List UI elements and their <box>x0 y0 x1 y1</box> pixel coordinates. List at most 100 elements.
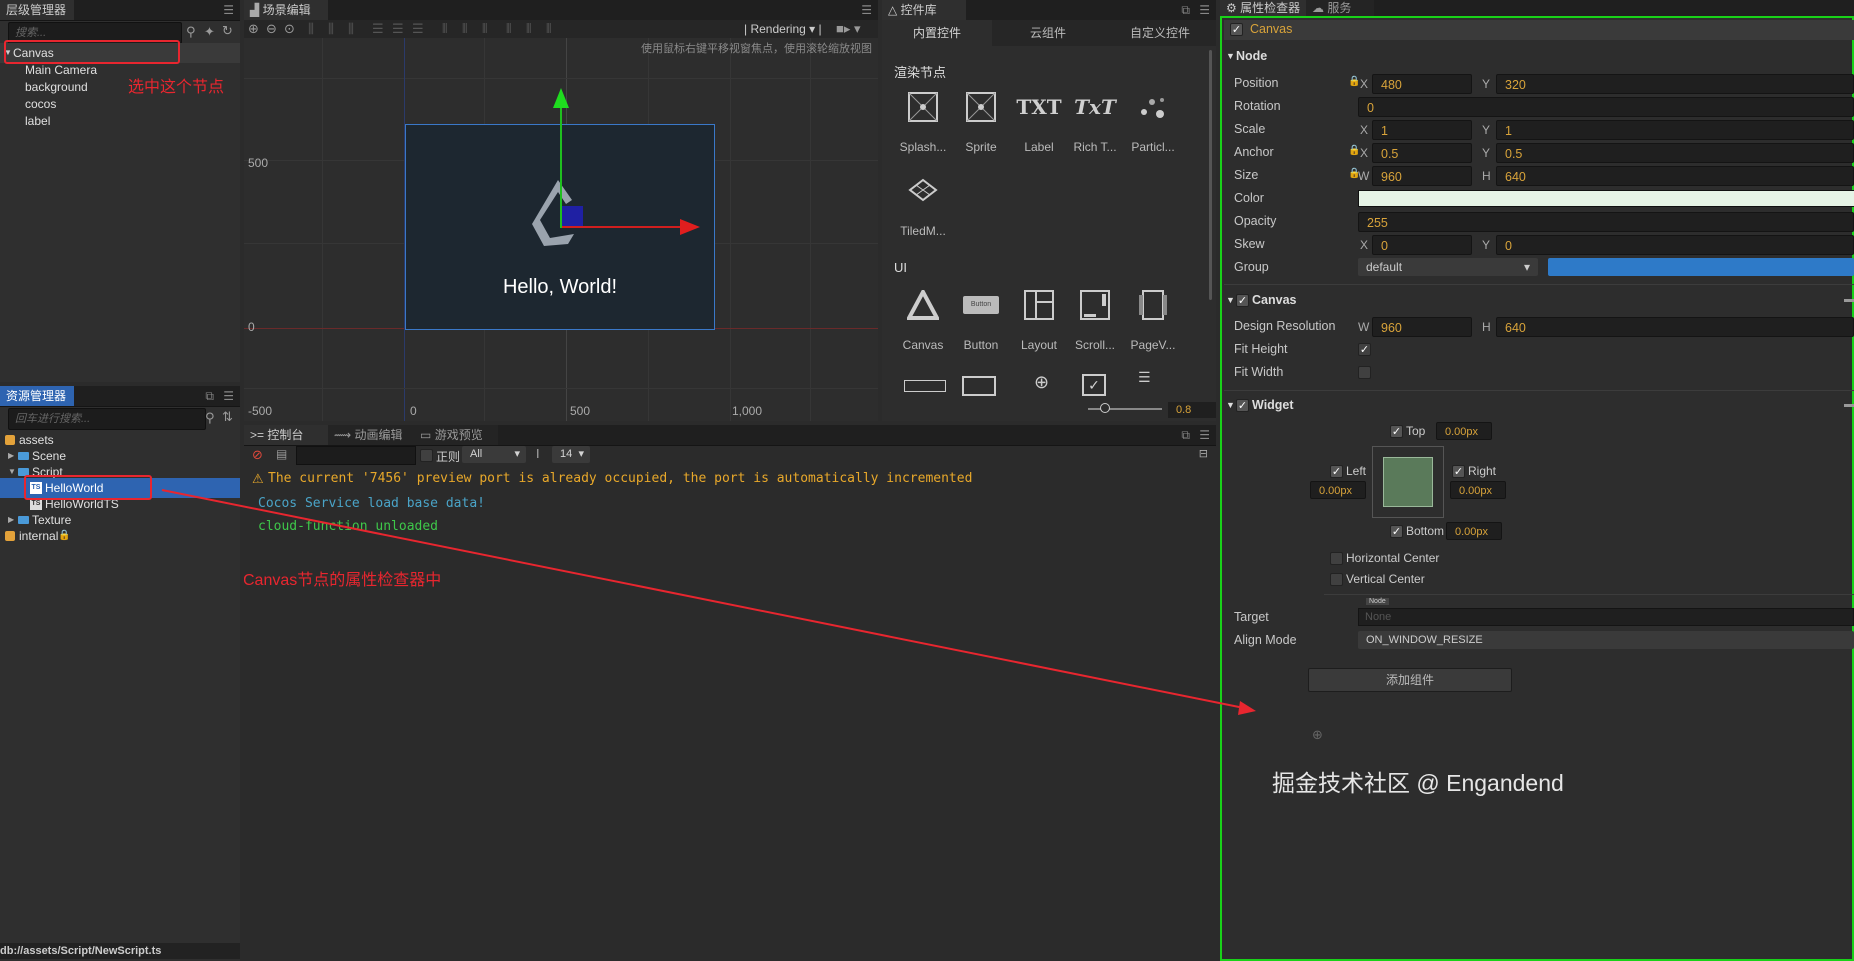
tab-console[interactable]: >= 控制台 <box>244 425 328 445</box>
menu-icon[interactable]: ☰ <box>1199 3 1210 17</box>
library-scrollbar[interactable] <box>1209 50 1212 300</box>
widget-top-field[interactable]: 0.00px <box>1436 422 1492 440</box>
component-canvas[interactable]: Canvas <box>890 286 956 356</box>
fit-height-checkbox[interactable]: ✓ <box>1358 343 1371 356</box>
anchor-y-field[interactable]: 0.5 <box>1496 143 1854 163</box>
zoom-slider-knob[interactable] <box>1100 403 1110 413</box>
toggle-icon[interactable]: ✓ <box>1082 374 1106 396</box>
align-mode-select[interactable]: ON_WINDOW_RESIZE <box>1358 631 1854 649</box>
tab-services[interactable]: ☁ 服务 <box>1306 0 1374 16</box>
tab-game-preview[interactable]: ▭ 游戏预览 <box>414 425 498 445</box>
font-size-select[interactable]: 14 ▾ <box>552 446 590 463</box>
menu-icon[interactable]: ☰ <box>1199 428 1210 442</box>
pin-icon[interactable]: ✦ <box>204 24 215 40</box>
tab-animation-editor[interactable]: ⟿ 动画编辑器 <box>328 425 418 462</box>
asset-root-internal[interactable]: internal 🔒 <box>0 526 240 546</box>
group-select[interactable]: default ▾ <box>1358 258 1538 276</box>
component-pageview[interactable]: PageV... <box>1120 286 1186 356</box>
tree-node-label[interactable]: label <box>0 111 240 131</box>
rect-gizmo[interactable] <box>561 206 583 228</box>
node-active-checkbox[interactable]: ✓ <box>1230 23 1243 36</box>
console-filter-input[interactable] <box>296 446 416 465</box>
align-left-icon[interactable]: ☰ <box>372 21 384 37</box>
rendering-dropdown[interactable]: | Rendering ▾ | <box>744 22 822 36</box>
align-right-icon[interactable]: ☰ <box>412 21 424 37</box>
zoom-in-icon[interactable]: ⊕ <box>248 21 259 37</box>
sort-icon[interactable]: ⇅ <box>222 409 233 425</box>
tab-cloud[interactable]: 云组件 <box>993 20 1103 46</box>
y-gizmo-arrow-icon[interactable] <box>552 88 570 110</box>
widget-right-field[interactable]: 0.00px <box>1450 481 1506 499</box>
tab-hierarchy[interactable]: 层级管理器 <box>0 0 75 20</box>
widget-right-checkbox[interactable]: ✓ <box>1452 465 1465 478</box>
widget-top-checkbox[interactable]: ✓ <box>1390 425 1403 438</box>
widget-bottom-field[interactable]: 0.00px <box>1446 522 1502 540</box>
menu-icon[interactable]: ☰ <box>223 389 234 403</box>
tab-scene-editor[interactable]: ▟ 场景编辑器 <box>244 0 328 37</box>
assets-search-input[interactable]: 回车进行搜索... <box>8 408 206 430</box>
tab-inspector[interactable]: ⚙ 属性检查器 <box>1220 0 1316 16</box>
tab-custom[interactable]: 自定义控件 <box>1104 20 1216 46</box>
edit-group-button[interactable] <box>1548 258 1854 276</box>
component-richtext[interactable]: TxT Rich T... <box>1062 88 1128 158</box>
component-tiledmap[interactable]: TiledM... <box>890 172 956 242</box>
canvas-enabled-checkbox[interactable]: ✓ <box>1236 294 1249 307</box>
align-top-icon[interactable]: ⫼ <box>308 21 314 37</box>
widget-bottom-checkbox[interactable]: ✓ <box>1390 525 1403 538</box>
widget-left-checkbox[interactable]: ✓ <box>1330 465 1343 478</box>
size-w-field[interactable]: 960 <box>1372 166 1472 186</box>
search-icon[interactable]: ⚲ <box>186 24 196 40</box>
collapse-icon[interactable]: ⊟ <box>1199 447 1208 460</box>
zoom-out-icon[interactable]: ⊖ <box>266 21 277 37</box>
position-y-field[interactable]: 320 <box>1496 74 1854 94</box>
component-particle[interactable]: Particl... <box>1120 88 1186 158</box>
target-field[interactable]: None <box>1358 608 1854 626</box>
regex-checkbox[interactable] <box>420 449 433 462</box>
size-h-field[interactable]: 640 <box>1496 166 1854 186</box>
anchor-x-field[interactable]: 0.5 <box>1372 143 1472 163</box>
position-x-field[interactable]: 480 <box>1372 74 1472 94</box>
book-icon[interactable]: ▬ <box>1844 288 1854 312</box>
design-w-field[interactable]: 960 <box>1372 317 1472 337</box>
widget-left-field[interactable]: 0.00px <box>1310 481 1366 499</box>
widget-section-header[interactable]: ▼ ✓ Widget ▬ <box>1220 393 1854 417</box>
book-icon[interactable]: ▬ <box>1844 393 1854 417</box>
distribute-c-icon[interactable]: ⫴ <box>482 21 487 37</box>
lock-icon[interactable]: 🔒 <box>1348 76 1360 87</box>
zoom-reset-icon[interactable]: ⊙ <box>284 21 295 37</box>
add-component-button[interactable]: 添加组件 <box>1308 668 1512 692</box>
slider-icon[interactable]: ⊕ <box>1034 372 1049 393</box>
tab-assets[interactable]: 资源管理器 <box>0 386 75 406</box>
widget-anchor-box[interactable] <box>1372 446 1444 518</box>
component-scrollview[interactable]: Scroll... <box>1062 286 1128 356</box>
clear-icon[interactable]: ⊘ <box>252 447 263 463</box>
x-gizmo-arrow-icon[interactable] <box>680 218 702 236</box>
design-h-field[interactable]: 640 <box>1496 317 1854 337</box>
camera-icon[interactable]: ■▸ ▾ <box>836 21 861 37</box>
tab-builtin[interactable]: 内置控件 <box>882 20 992 46</box>
widget-enabled-checkbox[interactable]: ✓ <box>1236 399 1249 412</box>
popout-icon[interactable]: ⧉ <box>1181 3 1190 18</box>
align-bottom-icon[interactable]: ⫼ <box>348 21 354 37</box>
log-level-select[interactable]: All ▾ <box>462 446 526 463</box>
open-log-icon[interactable]: ▤ <box>276 447 287 461</box>
distribute-h-icon[interactable]: ⫴ <box>442 21 447 37</box>
progressbar-icon[interactable] <box>904 380 946 392</box>
rotation-field[interactable]: 0 <box>1358 97 1854 117</box>
distribute-v-icon[interactable]: ⫴ <box>462 21 467 37</box>
popout-icon[interactable]: ⧉ <box>1181 428 1190 443</box>
skew-x-field[interactable]: 0 <box>1372 235 1472 255</box>
distribute-w-icon[interactable]: ⫴ <box>506 21 511 37</box>
opacity-field[interactable]: 255 <box>1358 212 1854 232</box>
align-middle-icon[interactable]: ⫼ <box>328 21 334 37</box>
vertical-center-checkbox[interactable] <box>1330 573 1343 586</box>
distribute-e-icon[interactable]: ⫴ <box>546 21 551 37</box>
canvas-section-header[interactable]: ▼ ✓ Canvas ▬ <box>1220 288 1854 312</box>
node-name-field[interactable]: Canvas <box>1250 22 1292 36</box>
hello-world-label[interactable]: Hello, World! <box>405 276 715 299</box>
search-icon[interactable]: ⚲ <box>205 410 215 426</box>
scale-x-field[interactable]: 1 <box>1372 120 1472 140</box>
node-section-header[interactable]: ▼ Node <box>1220 44 1854 68</box>
skew-y-field[interactable]: 0 <box>1496 235 1854 255</box>
editbox-icon[interactable] <box>962 376 996 396</box>
